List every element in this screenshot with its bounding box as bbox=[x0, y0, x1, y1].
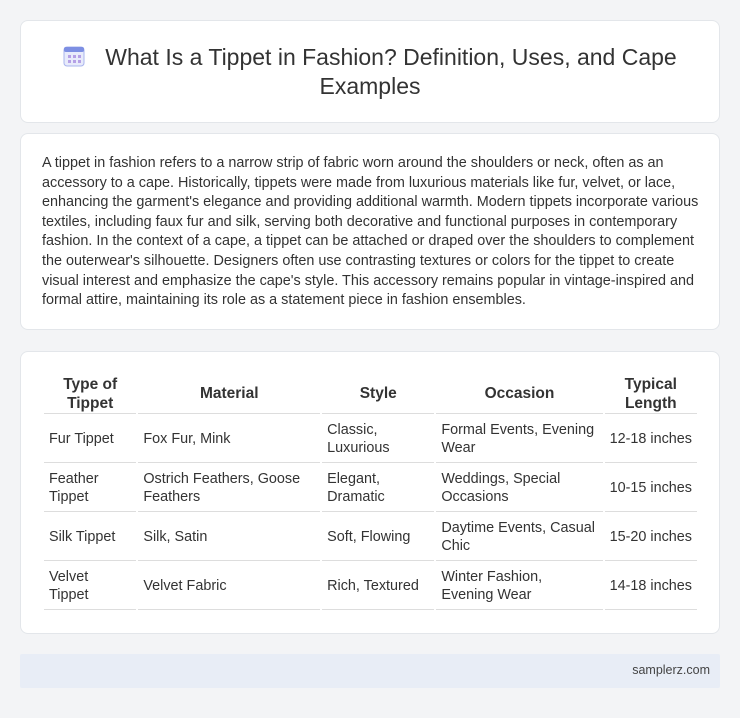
cell-length: 12-18 inches bbox=[604, 416, 697, 463]
header-length: Typical Length bbox=[604, 374, 697, 414]
table-row: Silk Tippet Silk, Satin Soft, Flowing Da… bbox=[44, 514, 697, 561]
cell-type: Feather Tippet bbox=[44, 465, 137, 512]
cell-length: 14-18 inches bbox=[604, 563, 697, 610]
cell-occasion: Weddings, Special Occasions bbox=[436, 465, 603, 512]
page-title: What Is a Tippet in Fashion? Definition,… bbox=[105, 44, 677, 99]
cell-material: Fox Fur, Mink bbox=[138, 416, 321, 463]
table-row: Fur Tippet Fox Fur, Mink Classic, Luxuri… bbox=[44, 416, 697, 463]
table-row: Feather Tippet Ostrich Feathers, Goose F… bbox=[44, 465, 697, 512]
calendar-icon bbox=[63, 46, 85, 67]
description-card: A tippet in fashion refers to a narrow s… bbox=[20, 133, 720, 330]
cell-style: Classic, Luxurious bbox=[322, 416, 435, 463]
cell-occasion: Daytime Events, Casual Chic bbox=[436, 514, 603, 561]
cell-material: Silk, Satin bbox=[138, 514, 321, 561]
cell-occasion: Winter Fashion, Evening Wear bbox=[436, 563, 603, 610]
cell-occasion: Formal Events, Evening Wear bbox=[436, 416, 603, 463]
table-card: Type of Tippet Material Style Occasion T… bbox=[20, 351, 720, 634]
footer: samplerz.com bbox=[20, 654, 720, 688]
title-card: What Is a Tippet in Fashion? Definition,… bbox=[20, 20, 720, 123]
tippet-table: Type of Tippet Material Style Occasion T… bbox=[42, 372, 699, 612]
cell-length: 10-15 inches bbox=[604, 465, 697, 512]
cell-style: Elegant, Dramatic bbox=[322, 465, 435, 512]
table-row: Velvet Tippet Velvet Fabric Rich, Textur… bbox=[44, 563, 697, 610]
footer-source: samplerz.com bbox=[632, 663, 710, 677]
cell-type: Velvet Tippet bbox=[44, 563, 137, 610]
cell-type: Silk Tippet bbox=[44, 514, 137, 561]
cell-type: Fur Tippet bbox=[44, 416, 137, 463]
header-type: Type of Tippet bbox=[44, 374, 137, 414]
cell-material: Ostrich Feathers, Goose Feathers bbox=[138, 465, 321, 512]
cell-material: Velvet Fabric bbox=[138, 563, 321, 610]
header-material: Material bbox=[138, 374, 321, 414]
table-header-row: Type of Tippet Material Style Occasion T… bbox=[44, 374, 697, 414]
description-text: A tippet in fashion refers to a narrow s… bbox=[42, 155, 699, 309]
cell-style: Rich, Textured bbox=[322, 563, 435, 610]
cell-length: 15-20 inches bbox=[604, 514, 697, 561]
cell-style: Soft, Flowing bbox=[322, 514, 435, 561]
page-title-wrap: What Is a Tippet in Fashion? Definition,… bbox=[21, 43, 719, 101]
header-style: Style bbox=[322, 374, 435, 414]
header-occasion: Occasion bbox=[436, 374, 603, 414]
